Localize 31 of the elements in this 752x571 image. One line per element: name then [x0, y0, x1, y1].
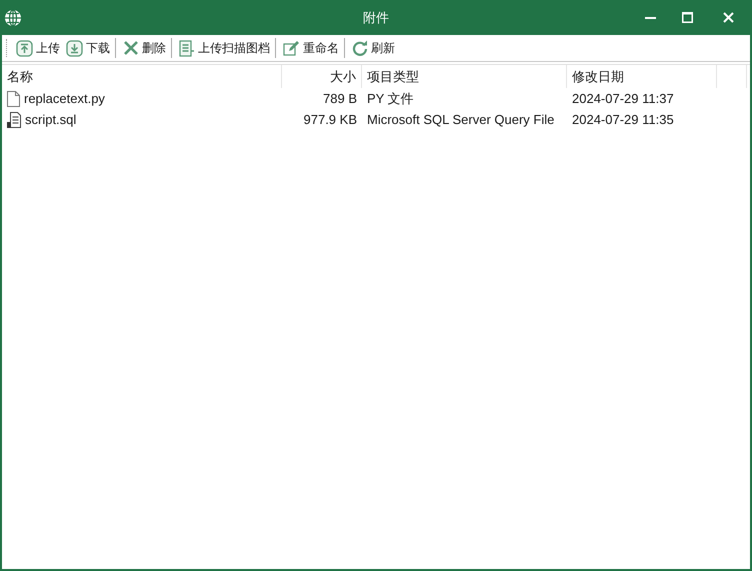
table-cell-text: 2024-07-29 11:35	[572, 110, 674, 129]
window-title: 附件	[363, 8, 389, 27]
globe-icon	[4, 8, 22, 26]
toolbar-button[interactable]: 上传扫描图档	[177, 37, 272, 59]
table-cell-text: Microsoft SQL Server Query File	[367, 110, 554, 129]
maximize-icon	[682, 12, 693, 23]
column-header[interactable]: 修改日期	[567, 65, 717, 88]
toolbar-button[interactable]: 上传	[14, 37, 62, 59]
column-header[interactable]: 名称	[2, 65, 282, 88]
cross-icon	[123, 40, 139, 56]
table-cell-text: 2024-07-29 11:37	[572, 90, 674, 108]
toolbar-button[interactable]: 重命名	[281, 37, 341, 59]
table-cell-text: script.sql	[25, 110, 76, 129]
minimize-icon	[645, 16, 656, 18]
download-icon	[66, 40, 83, 56]
refresh-icon	[352, 40, 368, 56]
table-cell-text: 789 B	[323, 90, 357, 108]
edit-icon	[283, 40, 300, 56]
toolbar-button[interactable]: 下载	[64, 37, 112, 59]
document-icon	[179, 40, 195, 56]
table-cell-text: PY 文件	[367, 90, 414, 108]
close-icon	[722, 12, 734, 23]
script-file-icon	[7, 112, 21, 128]
upload-icon	[16, 40, 33, 56]
table-cell-text: 977.9 KB	[304, 110, 357, 129]
file-icon	[7, 90, 20, 106]
column-header[interactable]: 项目类型	[362, 65, 567, 88]
table-cell-text: replacetext.py	[24, 90, 105, 108]
toolbar-button[interactable]: 删除	[121, 37, 168, 59]
column-header[interactable]: 大小	[282, 65, 362, 88]
toolbar-button[interactable]: 刷新	[350, 37, 397, 59]
